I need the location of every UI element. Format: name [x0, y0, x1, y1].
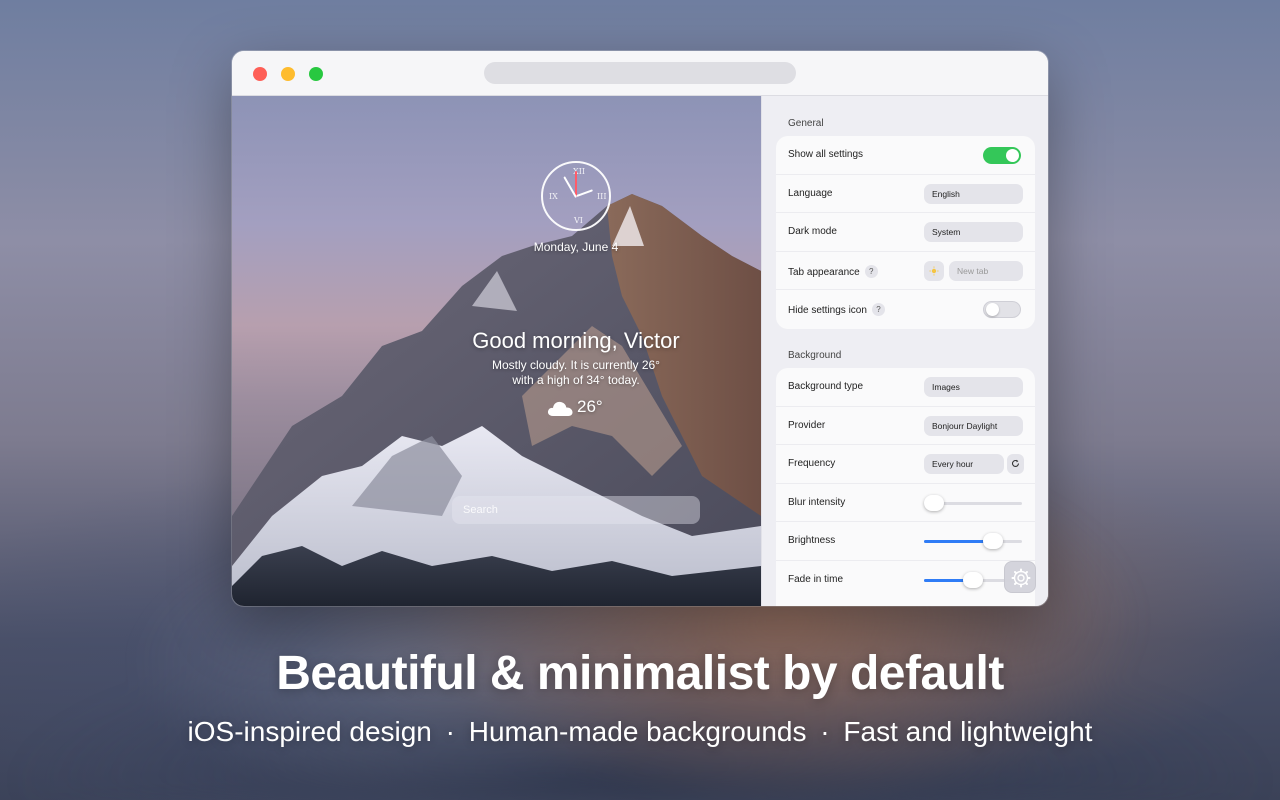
toggle-knob: [986, 303, 999, 316]
provider-select[interactable]: Bonjourr Daylight: [924, 415, 1023, 436]
weather-description-line-2: with a high of 34° today.: [512, 373, 640, 387]
frequency-select[interactable]: Every hour: [924, 454, 1004, 474]
settings-gear-button[interactable]: [1004, 561, 1036, 593]
weather-description-line-1: Mostly cloudy. It is currently 26°: [492, 358, 660, 372]
greeting-text: Good morning, Victor: [472, 328, 680, 353]
brightness-label: Brightness: [788, 535, 836, 546]
blur-intensity-label: Blur intensity: [788, 496, 846, 508]
setting-hide-settings-icon: Hide settings icon?: [776, 290, 1035, 329]
feature-separator: ·: [445, 716, 455, 747]
marketing-features: iOS-inspired design · Human-made backgro…: [0, 716, 1280, 748]
gear-icon: [1011, 568, 1031, 588]
tab-appearance-help-icon[interactable]: ?: [864, 264, 878, 278]
hide-settings-icon-text: Hide settings icon: [788, 305, 867, 316]
clock-hour-hand: [576, 189, 593, 197]
hide-settings-icon-label: Hide settings icon?: [788, 303, 885, 316]
show-all-settings-label: Show all settings: [788, 149, 864, 160]
clock-numeral-right: III: [597, 192, 607, 201]
browser-window: XII III VI IX Monday, June 4 Good mornin…: [232, 51, 1048, 606]
setting-brightness: Brightness: [776, 522, 1035, 561]
background-type-select[interactable]: Images: [924, 377, 1023, 397]
language-label: Language: [788, 187, 833, 199]
date-label: Monday, June 4: [533, 240, 619, 254]
minimize-window-button[interactable]: [281, 67, 295, 81]
provider-label: Provider: [788, 419, 826, 431]
zoom-window-button[interactable]: [309, 67, 323, 81]
sun-icon[interactable]: [924, 260, 944, 281]
marketing-headline: Beautiful & minimalist by default: [276, 647, 1004, 700]
new-tab-preview: XII III VI IX Monday, June 4 Good mornin…: [232, 96, 761, 606]
slider-thumb[interactable]: [963, 571, 983, 588]
setting-blur-intensity: Blur intensity: [776, 484, 1035, 522]
language-select[interactable]: English: [924, 183, 1023, 204]
setting-tab-appearance: Tab appearance? New tab: [776, 252, 1035, 290]
hide-settings-icon-help-icon[interactable]: ?: [871, 303, 885, 316]
feature-separator: ·: [820, 716, 830, 747]
feature-human-made-backgrounds: Human-made backgrounds: [468, 716, 807, 747]
refresh-icon[interactable]: [1007, 454, 1024, 474]
tab-appearance-label: Tab appearance?: [788, 264, 878, 278]
feature-ios-inspired: iOS-inspired design: [187, 716, 432, 747]
tab-appearance-text: Tab appearance: [788, 266, 860, 278]
clock-numeral-bottom: VI: [574, 216, 583, 225]
analog-clock: XII III VI IX: [541, 161, 611, 231]
setting-fade-in-time: Fade in time: [776, 561, 1035, 600]
toggle-knob: [1006, 149, 1019, 162]
setting-provider: Provider Bonjourr Daylight: [776, 407, 1035, 445]
address-bar[interactable]: [484, 62, 796, 84]
close-window-button[interactable]: [253, 67, 267, 81]
frequency-label: Frequency: [788, 458, 836, 469]
tab-title-input[interactable]: New tab: [949, 260, 1023, 281]
dark-mode-label: Dark mode: [788, 226, 837, 237]
section-title-general: General: [788, 118, 824, 129]
brightness-slider[interactable]: [924, 533, 1022, 549]
setting-show-all-settings: Show all settings: [776, 136, 1035, 175]
window-titlebar: [232, 51, 1048, 96]
cloud-icon: [547, 401, 573, 416]
background-type-label: Background type: [788, 381, 864, 392]
setting-frequency: Frequency Every hour: [776, 445, 1035, 484]
section-title-background: Background: [788, 350, 842, 361]
background-settings-card: Background type Images Provider Bonjourr…: [776, 368, 1035, 606]
weather-temperature: 26°: [577, 397, 603, 416]
setting-language: Language English: [776, 175, 1035, 213]
show-all-settings-toggle[interactable]: [983, 147, 1021, 164]
general-settings-card: Show all settings Language English Dark …: [776, 136, 1035, 329]
setting-background-type: Background type Images: [776, 368, 1035, 407]
setting-dark-mode: Dark mode System: [776, 213, 1035, 252]
weather-widget: 26°: [542, 396, 622, 420]
feature-fast-lightweight: Fast and lightweight: [843, 716, 1093, 747]
hide-settings-icon-toggle[interactable]: [983, 301, 1021, 318]
dark-mode-select[interactable]: System: [924, 222, 1023, 242]
slider-thumb[interactable]: [982, 533, 1003, 549]
slider-thumb[interactable]: [924, 494, 944, 511]
settings-panel: General Show all settings Language Engli…: [761, 96, 1048, 606]
fade-in-time-label: Fade in time: [788, 573, 844, 585]
search-input[interactable]: Search: [452, 496, 700, 524]
clock-numeral-left: IX: [549, 192, 558, 201]
weather-description: Mostly cloudy. It is currently 26° with …: [452, 358, 700, 388]
blur-intensity-slider[interactable]: [924, 494, 1022, 511]
